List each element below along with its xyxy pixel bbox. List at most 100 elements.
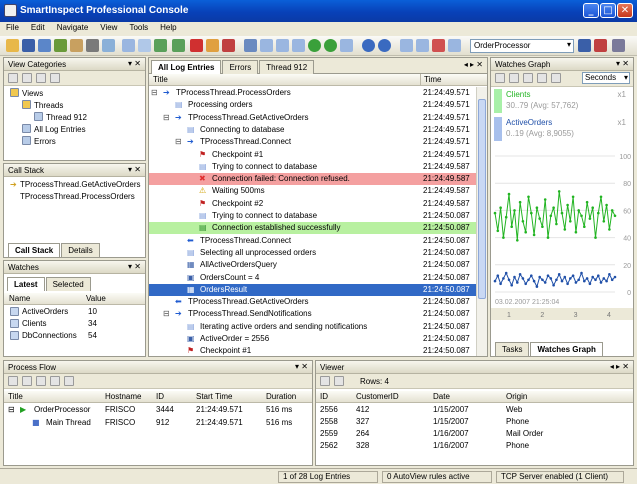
tree-item[interactable]: Threads	[22, 100, 145, 112]
log-entry[interactable]: ⚠ Waiting 500ms 21:24:49.587	[149, 185, 477, 197]
menu-view[interactable]: View	[94, 22, 123, 33]
flow-row[interactable]: ⊟ ▶ OrderProcessor FRISCO 3444 21:24:49.571 51…	[4, 404, 312, 416]
edit-view-icon[interactable]	[22, 73, 32, 83]
viewer-row[interactable]: 2562 328 1/16/2007 Phone	[316, 440, 633, 452]
close-icon[interactable]: ▾ ✕	[128, 262, 141, 271]
close-icon[interactable]: ▾ ✕	[295, 362, 308, 371]
col-id[interactable]: ID	[320, 391, 328, 403]
scroll-thumb[interactable]	[478, 99, 486, 299]
log-scrollbar[interactable]	[476, 87, 487, 356]
mail-icon[interactable]	[102, 39, 115, 52]
log-entry[interactable]: ▦ AllActiveOrdersQuery 21:24:50.087	[149, 259, 477, 271]
log-entry[interactable]: ⊟ ➔ TProcessThread.Connect 21:24:49.571	[149, 136, 477, 148]
nav-forward-icon[interactable]	[324, 39, 337, 52]
tab-call-stack[interactable]: Call Stack	[8, 243, 61, 257]
viewer-row[interactable]: 2556 412 1/15/2007 Web	[316, 404, 633, 416]
col-hostname[interactable]: Hostname	[105, 391, 141, 403]
cascade-icon[interactable]	[416, 39, 429, 52]
tab-latest[interactable]: Latest	[7, 277, 45, 291]
folder-icon[interactable]	[50, 73, 60, 83]
options-icon[interactable]	[612, 39, 625, 52]
watch-row[interactable]: Clients 34	[4, 318, 145, 330]
close-icon[interactable]: ▾ ✕	[128, 165, 141, 174]
collapse-icon[interactable]: ⊟	[163, 308, 170, 320]
copy-icon[interactable]	[122, 39, 135, 52]
menu-file[interactable]: File	[0, 22, 25, 33]
viewer-row[interactable]: 2559 264 1/16/2007 Mail Order	[316, 428, 633, 440]
flow-collapse-icon[interactable]	[22, 376, 32, 386]
open-icon[interactable]	[6, 39, 19, 52]
graph-delete-icon[interactable]	[551, 73, 561, 83]
step-forward-icon[interactable]	[378, 39, 391, 52]
time-slider[interactable]	[491, 308, 633, 320]
log-entry[interactable]: ▤ Connecting to database 21:24:49.571	[149, 124, 477, 136]
menu-edit[interactable]: Edit	[25, 22, 51, 33]
delete-icon[interactable]	[190, 39, 203, 52]
session-combo[interactable]: OrderProcessor ▾	[470, 39, 574, 53]
log-entry[interactable]: ▤ Processing orders 21:24:49.571	[149, 99, 477, 111]
collapse-icon[interactable]: ⊟	[8, 404, 15, 416]
col-duration[interactable]: Duration	[266, 391, 296, 403]
log-entry[interactable]: ⚑ Checkpoint #1 21:24:50.087	[149, 345, 477, 356]
filter-icon[interactable]	[154, 39, 167, 52]
log-entry[interactable]: ▤ Connection established successfully 21:2…	[149, 222, 477, 235]
close-icon[interactable]: ▾ ✕	[616, 59, 629, 68]
log-entry[interactable]: ⊟ ➔ TProcessThread.ProcessOrders 21:24:49.5…	[149, 87, 477, 99]
log-entry[interactable]: ▤ Trying to connect to database 21:24:49.5…	[149, 161, 477, 173]
bookmark-next-icon[interactable]	[276, 39, 289, 52]
graph-clear-icon[interactable]	[537, 73, 547, 83]
watch-row[interactable]: DbConnections 54	[4, 330, 145, 342]
col-customer-id[interactable]: CustomerID	[356, 391, 399, 403]
bookmark-prev-icon[interactable]	[292, 39, 305, 52]
tab-details[interactable]: Details	[61, 243, 100, 257]
flow-row[interactable]: ■ Main Thread FRISCO 912 21:24:49.571 516 ms	[4, 417, 312, 429]
tab-all-log-entries[interactable]: All Log Entries	[151, 60, 222, 74]
col-name[interactable]: Name	[9, 293, 30, 305]
add-view-icon[interactable]	[8, 73, 18, 83]
tab-nav-icon[interactable]: ◂ ▸ ✕	[464, 60, 483, 69]
viewer-save-icon[interactable]	[320, 376, 330, 386]
indent-icon[interactable]	[340, 39, 353, 52]
close-button[interactable]: ✕	[617, 3, 633, 18]
folder-icon[interactable]	[70, 39, 83, 52]
flow-clear-icon[interactable]	[64, 376, 74, 386]
layout-icon[interactable]	[448, 39, 461, 52]
flow-expand-icon[interactable]	[8, 376, 18, 386]
collapse-icon[interactable]: ⊟	[163, 112, 170, 124]
graph-edit-icon[interactable]	[509, 73, 519, 83]
viewer-copy-icon[interactable]	[334, 376, 344, 386]
save-icon[interactable]	[22, 39, 35, 52]
graph-zoom-icon[interactable]	[523, 73, 533, 83]
tab-errors[interactable]: Errors	[222, 60, 259, 74]
col-title[interactable]: Title	[8, 391, 23, 403]
tree-item[interactable]: Thread 912	[34, 112, 145, 124]
delete-view-icon[interactable]	[36, 73, 46, 83]
graph-add-icon[interactable]	[495, 73, 505, 83]
log-entry[interactable]: ⚑ Checkpoint #2 21:24:49.587	[149, 198, 477, 210]
log-entry[interactable]: ⚑ Checkpoint #1 21:24:49.571	[149, 149, 477, 161]
legend-item[interactable]: Clients 30..79 (Avg: 57,762) x1	[494, 88, 630, 115]
session-delete-icon[interactable]	[594, 39, 607, 52]
tab-selected[interactable]: Selected	[45, 277, 91, 291]
find-icon[interactable]	[244, 39, 257, 52]
log-entry[interactable]: ▤ Trying to connect to database 21:24:50.0…	[149, 210, 477, 222]
log-entry[interactable]: ⊟ ➔ TProcessThread.GetActiveOrders 21:24:49…	[149, 112, 477, 124]
call-stack-item[interactable]: ➔ TProcessThread.GetActiveOrders	[10, 179, 145, 191]
add-icon[interactable]	[172, 39, 185, 52]
tab-thread-912[interactable]: Thread 912	[259, 60, 315, 74]
step-back-icon[interactable]	[362, 39, 375, 52]
log-entry[interactable]: ⬅ TProcessThread.GetActiveOrders 21:24:50.…	[149, 296, 477, 308]
col-value[interactable]: Value	[86, 293, 106, 305]
connect-icon[interactable]	[38, 39, 51, 52]
log-entry[interactable]: ⬅ TProcessThread.Connect 21:24:50.087	[149, 235, 477, 247]
tree-item[interactable]: Errors	[22, 136, 145, 148]
log-entry[interactable]: ⊟ ➔ TProcessThread.SendNotifications 21:24:…	[149, 308, 477, 320]
tree-item[interactable]: Views	[10, 88, 145, 100]
bookmark-icon[interactable]	[260, 39, 273, 52]
col-title[interactable]: Title	[153, 74, 168, 86]
window-icon[interactable]	[400, 39, 413, 52]
maximize-button[interactable]: □	[600, 3, 616, 18]
stop-icon[interactable]	[222, 39, 235, 52]
log-entry[interactable]: ▤ Selecting all unprocessed orders 21:24:5…	[149, 247, 477, 259]
tree-item[interactable]: All Log Entries	[22, 124, 145, 136]
